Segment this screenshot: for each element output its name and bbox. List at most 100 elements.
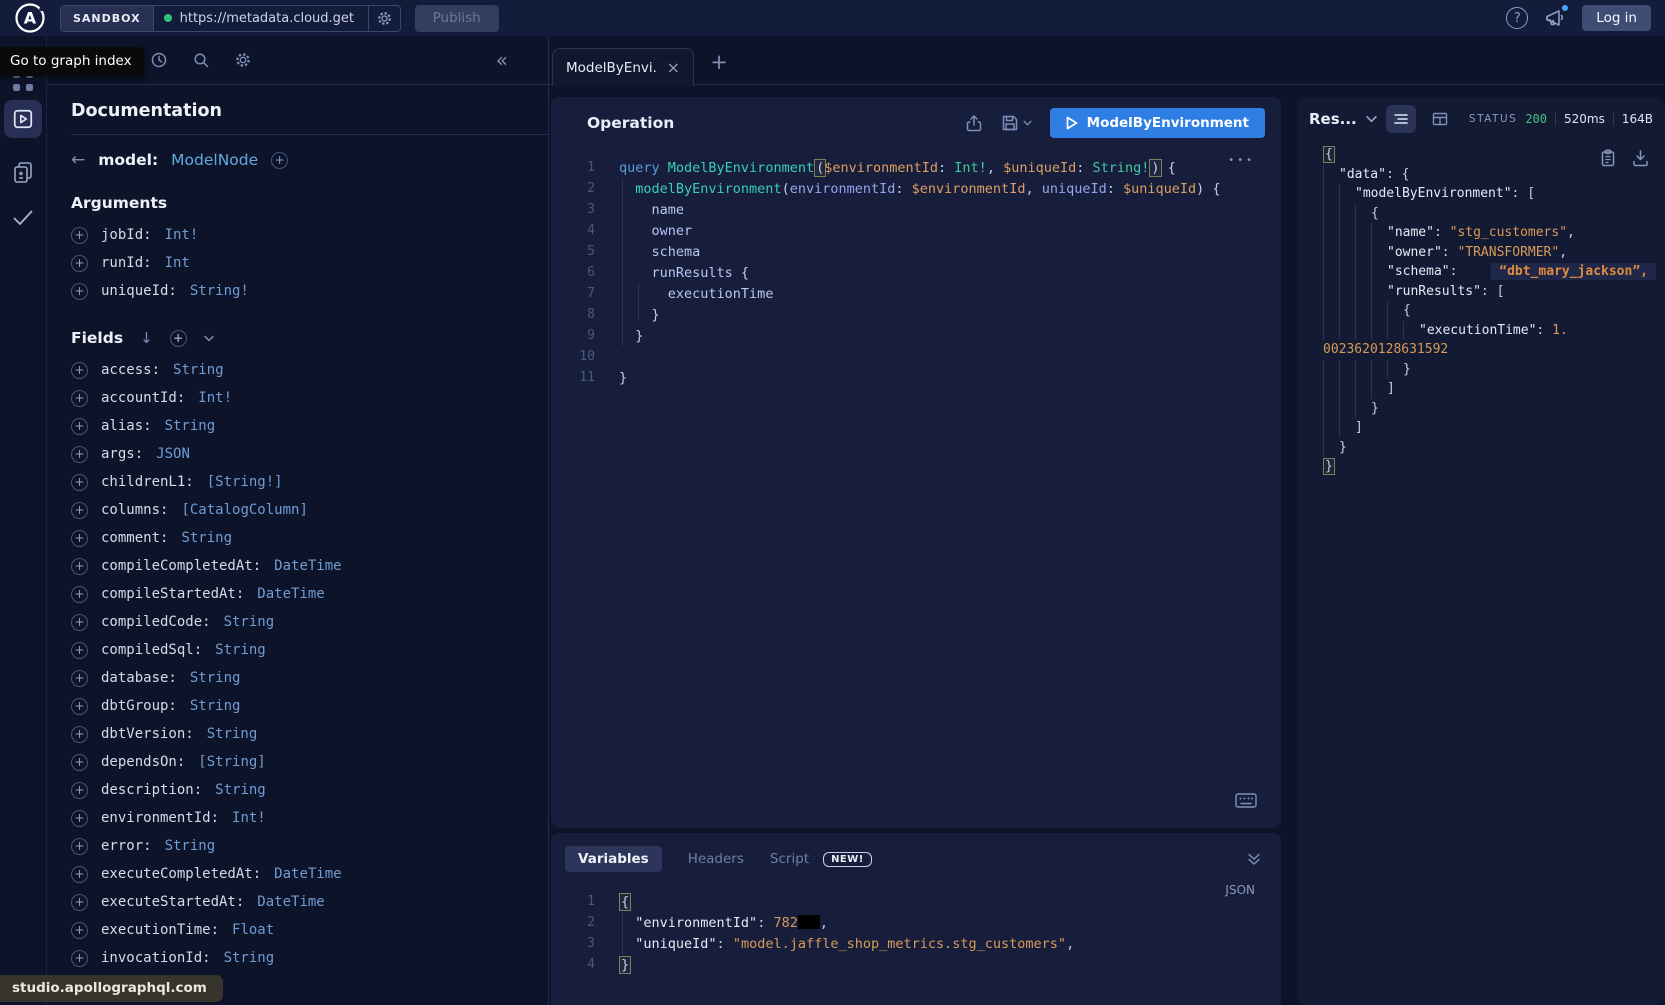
code-line[interactable]: 2 "environmentId": 782, [551, 912, 1281, 933]
doc-field-row[interactable]: database:String [71, 664, 524, 692]
sort-down-icon[interactable]: ↓ [140, 329, 153, 347]
code-line[interactable]: 5 schema [551, 241, 1281, 262]
add-all-fields-icon[interactable] [170, 330, 187, 347]
field-type-link[interactable]: String [173, 362, 224, 378]
field-type-link[interactable]: String [190, 698, 241, 714]
field-type-link[interactable]: String [190, 670, 241, 686]
run-operation-button[interactable]: ModelByEnvironment [1050, 108, 1265, 138]
doc-field-row[interactable]: accountId:Int! [71, 384, 524, 412]
add-to-query-icon[interactable] [71, 530, 88, 547]
field-type-link[interactable]: DateTime [257, 894, 324, 910]
field-type-link[interactable]: String [207, 726, 258, 742]
add-to-query-icon[interactable] [71, 614, 88, 631]
doc-field-row[interactable]: executionTime:Float [71, 916, 524, 944]
code-line[interactable]: 4} [551, 954, 1281, 975]
code-line[interactable]: 4 owner [551, 220, 1281, 241]
history-icon[interactable] [150, 51, 168, 69]
tab-script[interactable]: Script [770, 851, 809, 867]
doc-field-row[interactable]: description:String [71, 776, 524, 804]
doc-field-row[interactable]: uniqueId:String! [71, 277, 524, 305]
tab-headers[interactable]: Headers [688, 851, 744, 867]
add-to-query-icon[interactable] [71, 642, 88, 659]
share-operation-button[interactable] [965, 114, 983, 133]
field-type-link[interactable]: String [224, 614, 275, 630]
save-operation-button[interactable] [1001, 114, 1032, 132]
doc-field-row[interactable]: executeStartedAt:DateTime [71, 888, 524, 916]
code-line[interactable]: 11} [551, 367, 1281, 388]
response-view-table-button[interactable] [1425, 105, 1455, 133]
add-to-query-icon[interactable] [71, 950, 88, 967]
gear-icon[interactable] [234, 51, 252, 69]
field-type-link[interactable]: Int! [232, 810, 266, 826]
field-type-link[interactable]: String! [190, 283, 249, 299]
field-type-link[interactable]: Float [232, 922, 274, 938]
add-to-query-icon[interactable] [71, 502, 88, 519]
download-response-icon[interactable] [1632, 149, 1649, 167]
response-view-json-button[interactable] [1386, 105, 1416, 133]
announcements-button[interactable] [1542, 6, 1568, 30]
doc-field-row[interactable]: args:JSON [71, 440, 524, 468]
collapse-panel-icon[interactable]: « [496, 50, 508, 70]
field-type-link[interactable]: String [165, 418, 216, 434]
field-type-link[interactable]: [String!] [207, 474, 283, 490]
chevron-down-icon[interactable] [204, 335, 214, 342]
code-line[interactable]: 7 executionTime [551, 283, 1281, 304]
add-to-query-icon[interactable] [71, 227, 88, 244]
field-type-link[interactable]: String [215, 642, 266, 658]
doc-field-row[interactable]: access:String [71, 356, 524, 384]
search-icon[interactable] [192, 51, 210, 69]
code-line[interactable]: 2 modelByEnvironment(environmentId: $env… [551, 178, 1281, 199]
field-type-link[interactable]: String [215, 782, 266, 798]
doc-field-row[interactable]: compiledSql:String [71, 636, 524, 664]
publish-button[interactable]: Publish [415, 5, 499, 32]
add-to-query-icon[interactable] [71, 474, 88, 491]
add-to-query-icon[interactable] [71, 558, 88, 575]
doc-field-row[interactable]: columns:[CatalogColumn] [71, 496, 524, 524]
field-type-link[interactable]: Int! [198, 390, 232, 406]
doc-field-row[interactable]: compileStartedAt:DateTime [71, 580, 524, 608]
graphql-code-editor[interactable]: 1query ModelByEnvironment($environmentId… [551, 157, 1281, 388]
operation-tab[interactable]: ModelByEnvi... × [552, 48, 694, 86]
field-type-link[interactable]: Int [165, 255, 190, 271]
new-tab-button[interactable]: + [707, 50, 731, 74]
doc-field-row[interactable]: compileCompletedAt:DateTime [71, 552, 524, 580]
nav-checks[interactable] [11, 208, 35, 228]
add-to-query-icon[interactable] [71, 726, 88, 743]
doc-field-row[interactable]: comment:String [71, 524, 524, 552]
field-type-link[interactable]: String [224, 950, 275, 966]
field-type-link[interactable]: String [165, 838, 216, 854]
code-line[interactable]: 3 "uniqueId": "model.jaffle_shop_metrics… [551, 933, 1281, 954]
add-to-query-icon[interactable] [71, 283, 88, 300]
code-line[interactable]: 10 [551, 346, 1281, 367]
add-to-query-icon[interactable] [71, 362, 88, 379]
code-line[interactable]: 6 runResults { [551, 262, 1281, 283]
back-arrow-icon[interactable]: ← [71, 150, 85, 170]
doc-field-row[interactable]: dependsOn:[String] [71, 748, 524, 776]
doc-field-row[interactable]: runId:Int [71, 249, 524, 277]
add-to-query-icon[interactable] [71, 418, 88, 435]
doc-field-row[interactable]: executeCompletedAt:DateTime [71, 860, 524, 888]
add-to-query-icon[interactable] [71, 586, 88, 603]
field-type-link[interactable]: Int! [165, 227, 199, 243]
nav-explorer-active[interactable] [4, 100, 42, 138]
doc-field-row[interactable]: compiledCode:String [71, 608, 524, 636]
add-to-query-icon[interactable] [71, 894, 88, 911]
add-type-icon[interactable] [271, 152, 288, 169]
code-line[interactable]: 1query ModelByEnvironment($environmentId… [551, 157, 1281, 178]
code-line[interactable]: 3 name [551, 199, 1281, 220]
doc-field-row[interactable]: alias:String [71, 412, 524, 440]
tab-variables[interactable]: Variables [565, 846, 662, 872]
add-to-query-icon[interactable] [71, 390, 88, 407]
doc-field-row[interactable]: childrenL1:[String!] [71, 468, 524, 496]
variables-code-editor[interactable]: 1{2 "environmentId": 782,3 "uniqueId": "… [551, 891, 1281, 975]
doc-field-row[interactable]: jobId:Int! [71, 221, 524, 249]
doc-field-row[interactable]: dbtGroup:String [71, 692, 524, 720]
endpoint-url-input[interactable] [180, 11, 358, 26]
field-type-link[interactable]: DateTime [257, 586, 324, 602]
field-type-link[interactable]: JSON [156, 446, 190, 462]
chevron-down-icon[interactable] [1366, 115, 1377, 123]
copy-response-icon[interactable] [1600, 149, 1616, 167]
login-button[interactable]: Log in [1582, 5, 1651, 31]
close-tab-icon[interactable]: × [667, 60, 680, 76]
connection-settings-button[interactable] [368, 6, 400, 31]
